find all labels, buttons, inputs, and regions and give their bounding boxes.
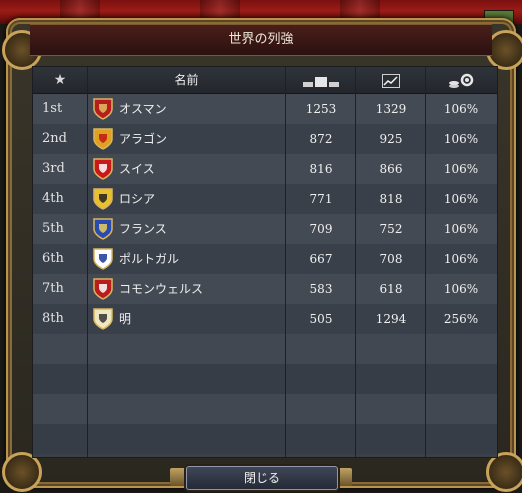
- country-name: コモンウェルス: [119, 282, 204, 296]
- great-powers-table: ★ 名前 1st オスマン 1253 1329 106% 2nd アラゴン 87…: [32, 66, 498, 458]
- growth-cell: 106%: [443, 222, 479, 236]
- table-body: 1st オスマン 1253 1329 106% 2nd アラゴン 872 925 106% 3rd ス…: [33, 94, 497, 454]
- country-shield-icon: [93, 217, 113, 240]
- growth-cell: 256%: [443, 312, 479, 326]
- column-divider: [425, 67, 426, 457]
- rank-cell: 4th: [42, 191, 64, 206]
- rank-cell: 8th: [42, 311, 64, 326]
- country-name: 明: [119, 312, 132, 326]
- table-row[interactable]: 6th ポルトガル 667 708 106%: [33, 244, 497, 274]
- growth-cell: 106%: [443, 132, 479, 146]
- trend-cell: 618: [379, 282, 403, 296]
- empty-row: [33, 394, 497, 424]
- country-name: フランス: [119, 222, 167, 236]
- power-bars-icon: [302, 76, 339, 87]
- total-power-cell: 1253: [305, 102, 337, 116]
- trend-cell: 1329: [375, 102, 407, 116]
- country-name: スイス: [119, 162, 155, 176]
- growth-cell: 106%: [443, 162, 479, 176]
- total-power-cell: 667: [309, 252, 333, 266]
- trend-cell: 752: [379, 222, 403, 236]
- country-shield-icon: [93, 157, 113, 180]
- trend-chart-icon: [381, 73, 400, 88]
- country-name: ロシア: [119, 192, 156, 206]
- rank-header[interactable]: ★: [33, 67, 88, 93]
- name-header-label: 名前: [174, 73, 199, 87]
- name-cell[interactable]: フランス: [91, 214, 281, 244]
- name-cell[interactable]: ポルトガル: [91, 244, 281, 274]
- country-shield-icon: [93, 97, 113, 120]
- total-power-cell: 771: [309, 192, 333, 206]
- name-cell[interactable]: オスマン: [91, 94, 281, 124]
- star-icon: ★: [53, 72, 67, 88]
- rank-cell: 7th: [42, 281, 64, 296]
- name-cell[interactable]: コモンウェルス: [91, 274, 281, 304]
- rank-cell: 3rd: [42, 161, 65, 176]
- trend-cell: 818: [379, 192, 403, 206]
- growth-cell: 106%: [443, 192, 479, 206]
- country-name: オスマン: [119, 102, 167, 116]
- table-row[interactable]: 4th ロシア 771 818 106%: [33, 184, 497, 214]
- title-plate: 世界の列強: [30, 24, 492, 56]
- table-row[interactable]: 2nd アラゴン 872 925 106%: [33, 124, 497, 154]
- country-shield-icon: [93, 247, 113, 270]
- country-name: ポルトガル: [119, 252, 180, 266]
- total-power-cell: 872: [309, 132, 333, 146]
- name-cell[interactable]: 明: [91, 304, 281, 334]
- ornament-icon: [2, 452, 42, 492]
- name-cell[interactable]: アラゴン: [91, 124, 281, 154]
- table-row[interactable]: 8th 明 505 1294 256%: [33, 304, 497, 334]
- coins-gear-icon: [448, 73, 473, 88]
- growth-cell: 106%: [443, 102, 479, 116]
- close-button-label: 閉じる: [243, 471, 280, 485]
- country-shield-icon: [93, 277, 113, 300]
- total-power-header[interactable]: [286, 67, 356, 93]
- column-divider: [355, 67, 356, 457]
- table-row[interactable]: 3rd スイス 816 866 106%: [33, 154, 497, 184]
- ornament-icon: [486, 452, 522, 492]
- total-power-cell: 816: [309, 162, 333, 176]
- trend-cell: 1294: [375, 312, 407, 326]
- table-row[interactable]: 7th コモンウェルス 583 618 106%: [33, 274, 497, 304]
- trend-cell: 866: [379, 162, 403, 176]
- table-row[interactable]: 5th フランス 709 752 106%: [33, 214, 497, 244]
- empty-row: [33, 364, 497, 394]
- trend-cell: 708: [379, 252, 403, 266]
- rank-cell: 1st: [42, 101, 63, 116]
- country-shield-icon: [93, 307, 113, 330]
- empty-row: [33, 424, 497, 454]
- rank-cell: 2nd: [42, 131, 67, 146]
- total-power-cell: 583: [309, 282, 333, 296]
- trend-cell: 925: [379, 132, 403, 146]
- country-shield-icon: [93, 127, 113, 150]
- growth-cell: 106%: [443, 252, 479, 266]
- table-row[interactable]: 1st オスマン 1253 1329 106%: [33, 94, 497, 124]
- rank-cell: 5th: [42, 221, 64, 236]
- name-cell[interactable]: ロシア: [91, 184, 281, 214]
- country-name: アラゴン: [119, 132, 168, 146]
- growth-cell: 106%: [443, 282, 479, 296]
- name-header[interactable]: 名前: [88, 67, 286, 93]
- column-divider: [87, 67, 88, 457]
- table-header: ★ 名前: [33, 67, 497, 94]
- column-divider: [285, 67, 286, 457]
- trend-header[interactable]: [356, 67, 426, 93]
- total-power-cell: 709: [309, 222, 333, 236]
- rank-cell: 6th: [42, 251, 64, 266]
- window-title: 世界の列強: [228, 32, 294, 47]
- close-button[interactable]: 閉じる: [186, 466, 338, 490]
- name-cell[interactable]: スイス: [91, 154, 281, 184]
- growth-header[interactable]: [426, 67, 497, 93]
- empty-row: [33, 334, 497, 364]
- country-shield-icon: [93, 187, 113, 210]
- total-power-cell: 505: [309, 312, 333, 326]
